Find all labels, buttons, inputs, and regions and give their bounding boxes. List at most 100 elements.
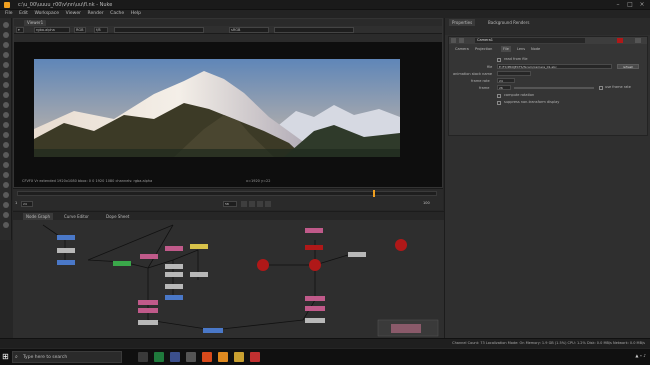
render-node-1[interactable] [138,300,158,305]
file-path-field[interactable]: E:/FX/PROJECTS/fxcam/camera_01.abc [497,64,612,69]
stop-button[interactable] [249,201,255,207]
suppress-display-checkbox[interactable] [497,101,501,105]
play-backward-button[interactable] [241,201,247,207]
close-panel-icon[interactable] [635,38,641,43]
fps-field[interactable]: 24 [21,201,33,207]
scanline-node[interactable] [165,295,183,300]
gizmo-tool-icon[interactable] [3,192,9,198]
tab-dope-sheet[interactable]: Dope Sheet [103,213,132,220]
menu-workspace[interactable]: Workspace [34,11,59,16]
dot-node[interactable] [348,252,366,257]
app-red-icon[interactable] [250,352,260,362]
app-green-icon[interactable] [154,352,164,362]
merge-tool-icon[interactable] [3,92,9,98]
scene-node-3[interactable] [305,228,323,233]
file-explorer-icon[interactable] [170,352,180,362]
collapse-icon[interactable] [451,38,456,43]
use-frame-rate-checkbox[interactable] [599,86,603,90]
image-tool-icon[interactable] [3,22,9,28]
card-node-4[interactable] [165,284,183,289]
scene-node-2[interactable] [165,246,183,251]
render-node-2[interactable] [138,308,158,313]
plugin-tool-icon[interactable] [3,202,9,208]
views-tool-icon[interactable] [3,122,9,128]
taskbar-search-box[interactable]: ⌕ Type here to search [12,351,122,363]
other-tool-icon[interactable] [3,152,9,158]
render-node-4[interactable] [305,306,325,311]
display-field[interactable]: sRGB [229,27,269,33]
tab-projection[interactable]: Projection [473,46,494,52]
frame-slider[interactable] [514,87,594,89]
viewer-image[interactable] [34,59,400,157]
axis-node-2[interactable] [309,259,321,271]
navigator-view-rect[interactable] [391,324,421,333]
merge-node-1[interactable] [138,320,158,325]
card-node-2[interactable] [165,272,183,277]
channel-field[interactable]: rgba.alpha [34,27,70,33]
app-gray-icon[interactable] [186,352,196,362]
animation-stack-field[interactable] [497,71,531,76]
tab-background-renders[interactable]: Background Renders [485,19,533,26]
camera-node[interactable] [190,244,208,249]
camera-node-floating[interactable] [395,239,407,251]
transform-tool-icon[interactable] [3,102,9,108]
compare-slider[interactable] [274,27,354,33]
colorspace-field[interactable]: RGB [74,27,86,33]
color-tool-icon[interactable] [3,62,9,68]
render-node-3[interactable] [305,296,325,301]
tab-file[interactable]: File [501,46,511,52]
tab-node-graph[interactable]: Node Graph [23,213,53,220]
card-node-1[interactable] [165,264,183,269]
close-icon[interactable]: × [636,1,648,9]
transform-node[interactable] [57,248,75,253]
read-from-file-checkbox[interactable] [497,58,501,62]
cara-tool-icon[interactable] [3,212,9,218]
compute-rotation-checkbox[interactable] [497,94,501,98]
particles-tool-icon[interactable] [3,172,9,178]
metadata-tool-icon[interactable] [3,132,9,138]
windows-start-icon[interactable]: ⊞ [2,352,10,361]
keyer-tool-icon[interactable] [3,82,9,88]
channel-menu[interactable]: ▾ [16,27,24,33]
merge-green-node[interactable] [113,261,131,266]
read-node[interactable] [57,235,75,240]
merge-node-2[interactable] [305,318,325,323]
node-color-icon[interactable] [459,38,464,43]
menu-file[interactable]: File [5,11,13,16]
time-tool-icon[interactable] [3,42,9,48]
menu-help[interactable]: Help [131,11,141,16]
tab-curve-editor[interactable]: Curve Editor [61,213,92,220]
channel-tool-icon[interactable] [3,52,9,58]
minimize-icon[interactable]: – [612,1,624,9]
tab-camera[interactable]: Camera [453,46,471,52]
furnace-tool-icon[interactable] [3,162,9,168]
node-graph-canvas[interactable] [13,220,444,339]
system-tray[interactable]: ▲ ⌁ ♪ [635,353,646,358]
settings-tool-icon[interactable] [3,222,9,228]
draw-tool-icon[interactable] [3,32,9,38]
frame-field[interactable]: 58 [223,201,237,207]
tab-properties[interactable]: Properties [449,19,476,26]
3d-tool-icon[interactable] [3,112,9,118]
menu-cache[interactable]: Cache [110,11,124,16]
scene-node-1[interactable] [140,254,158,259]
menu-viewer[interactable]: Viewer [66,11,81,16]
menu-render[interactable]: Render [88,11,104,16]
tab-node[interactable]: Node [529,46,542,52]
tab-lens[interactable]: Lens [515,46,527,52]
nuke-taskbar-icon[interactable] [234,352,244,362]
node-name-field[interactable]: Camera1 [475,38,585,43]
playhead[interactable] [373,190,375,197]
frame-rate-field[interactable]: 24 [497,78,515,83]
menu-edit[interactable]: Edit [19,11,28,16]
grade-node[interactable] [57,260,75,265]
gain-slider[interactable] [114,27,204,33]
gain-field[interactable]: f/8 [94,27,108,33]
maximize-icon[interactable]: □ [624,1,636,9]
app-orange-icon[interactable] [218,352,228,362]
deep-tool-icon[interactable] [3,182,9,188]
filter-tool-icon[interactable] [3,72,9,78]
file-browse-button[interactable]: refresh [617,64,639,69]
task-view-icon[interactable] [138,352,148,362]
card-node-3[interactable] [190,272,208,277]
